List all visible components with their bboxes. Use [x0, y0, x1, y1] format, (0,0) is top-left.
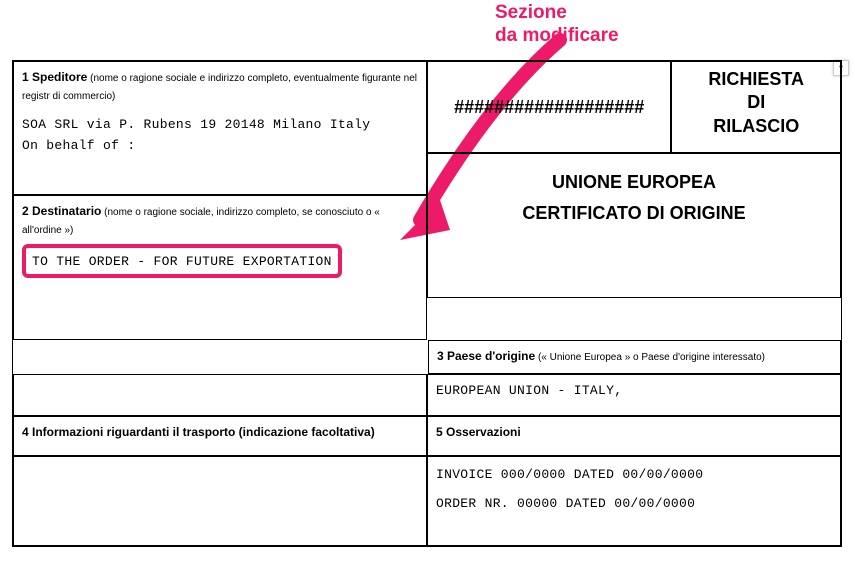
- box3-header: 3 Paese d'origine (« Unione Europea » o …: [428, 340, 841, 374]
- box5-line1: INVOICE 000/0000 DATED 00/00/0000: [436, 467, 832, 482]
- box2-value: TO THE ORDER - FOR FUTURE EXPORTATION: [32, 254, 332, 269]
- union-title1: UNIONE EUROPEA: [436, 172, 832, 193]
- box4-body: [13, 456, 427, 546]
- box5-header: 5 Osservazioni: [427, 416, 841, 456]
- union-title2: CERTIFICATO DI ORIGINE: [436, 203, 832, 224]
- box3-label-bold: 3 Paese d'origine: [437, 349, 535, 363]
- certificate-form: 1 Speditore (nome o ragione sociale e in…: [12, 60, 842, 547]
- box2-label-bold: 2 Destinatario: [22, 204, 101, 218]
- box5-label-bold: 5 Osservazioni: [436, 425, 521, 439]
- box4-label-bold: 4 Informazioni riguardanti il trasporto …: [22, 425, 375, 439]
- union-title-cell: UNIONE EUROPEA CERTIFICATO DI ORIGINE: [427, 153, 841, 298]
- annotation-line1: Sezione: [495, 2, 619, 25]
- box5-line2: ORDER NR. 00000 DATED 00/00/0000: [436, 496, 832, 511]
- request-line1: RICHIESTA: [680, 68, 832, 91]
- box1-value-cell: SOA SRL via P. Rubens 19 20148 Milano It…: [13, 109, 427, 195]
- box2-highlight: TO THE ORDER - FOR FUTURE EXPORTATION: [22, 244, 342, 278]
- box4-header: 4 Informazioni riguardanti il trasporto …: [13, 416, 427, 456]
- box1-value: SOA SRL via P. Rubens 19 20148 Milano It…: [22, 115, 382, 157]
- annotation-label: Sezione da modificare: [495, 2, 619, 48]
- box2-cell: 2 Destinatario (nome o ragione sociale, …: [13, 195, 427, 340]
- box3-value: EUROPEAN UNION - ITALY,: [436, 383, 622, 398]
- box2-spacer: [13, 374, 427, 416]
- box5-body: INVOICE 000/0000 DATED 00/00/0000 ORDER …: [427, 456, 841, 546]
- annotation-line2: da modificare: [495, 25, 619, 48]
- box3-value-cell: EUROPEAN UNION - ITALY,: [427, 374, 841, 416]
- box1-label-bold: 1 Speditore: [22, 70, 87, 84]
- box1-header: 1 Speditore (nome o ragione sociale e in…: [13, 61, 427, 111]
- box3-label-small: (« Unione Europea » o Paese d'origine in…: [535, 352, 765, 363]
